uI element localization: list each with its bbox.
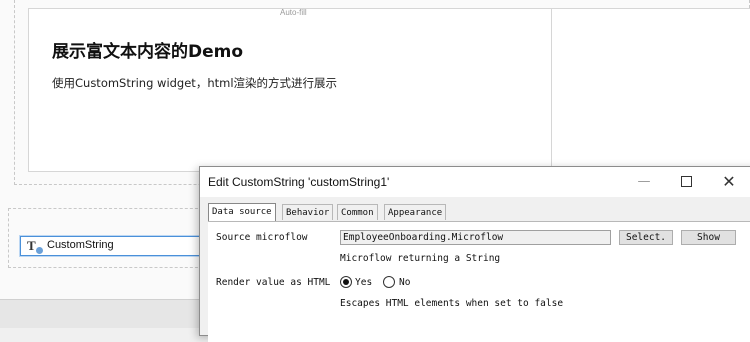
close-button[interactable]: ✕ (708, 167, 750, 197)
dialog-titlebar[interactable]: Edit CustomString 'customString1' — ✕ (200, 167, 750, 197)
dialog-title: Edit CustomString 'customString1' (208, 175, 390, 189)
show-button[interactable]: Show (681, 230, 736, 245)
source-microflow-label: Source microflow (216, 232, 308, 243)
minimize-button[interactable]: — (623, 167, 665, 197)
render-html-yes-radio[interactable] (340, 276, 352, 288)
custom-string-label: CustomString (47, 239, 114, 251)
render-html-yes-label[interactable]: Yes (355, 277, 372, 288)
render-html-hint: Escapes HTML elements when set to false (340, 298, 564, 309)
render-html-label: Render value as HTML (216, 277, 331, 288)
source-microflow-field[interactable]: EmployeeOnboarding.Microflow (340, 230, 611, 245)
edit-custom-string-dialog: Edit CustomString 'customString1' — ✕ Da… (199, 166, 750, 342)
maximize-icon (680, 176, 692, 187)
right-column[interactable] (552, 8, 750, 172)
maximize-button[interactable] (665, 167, 707, 197)
select-button[interactable]: Select. (619, 230, 673, 245)
tab-data-source[interactable]: Data source (208, 203, 276, 221)
render-html-no-radio[interactable] (383, 276, 395, 288)
render-html-no-label[interactable]: No (399, 277, 410, 288)
autofill-label: Auto-fill (280, 8, 307, 17)
tab-behavior[interactable]: Behavior (282, 204, 334, 220)
source-microflow-hint: Microflow returning a String (340, 253, 501, 264)
demo-title[interactable]: 展示富文本内容的Demo (52, 37, 243, 62)
demo-description[interactable]: 使用CustomString widget，html渲染的方式进行展示 (52, 75, 337, 91)
custom-string-icon: T (27, 239, 44, 255)
tab-appearance[interactable]: Appearance (384, 204, 447, 220)
custom-string-widget[interactable]: T CustomString (20, 236, 205, 256)
tab-panel-data-source: Source microflow EmployeeOnboarding.Micr… (208, 221, 750, 342)
bottom-bar (0, 299, 200, 328)
tab-common[interactable]: Common (337, 204, 378, 220)
